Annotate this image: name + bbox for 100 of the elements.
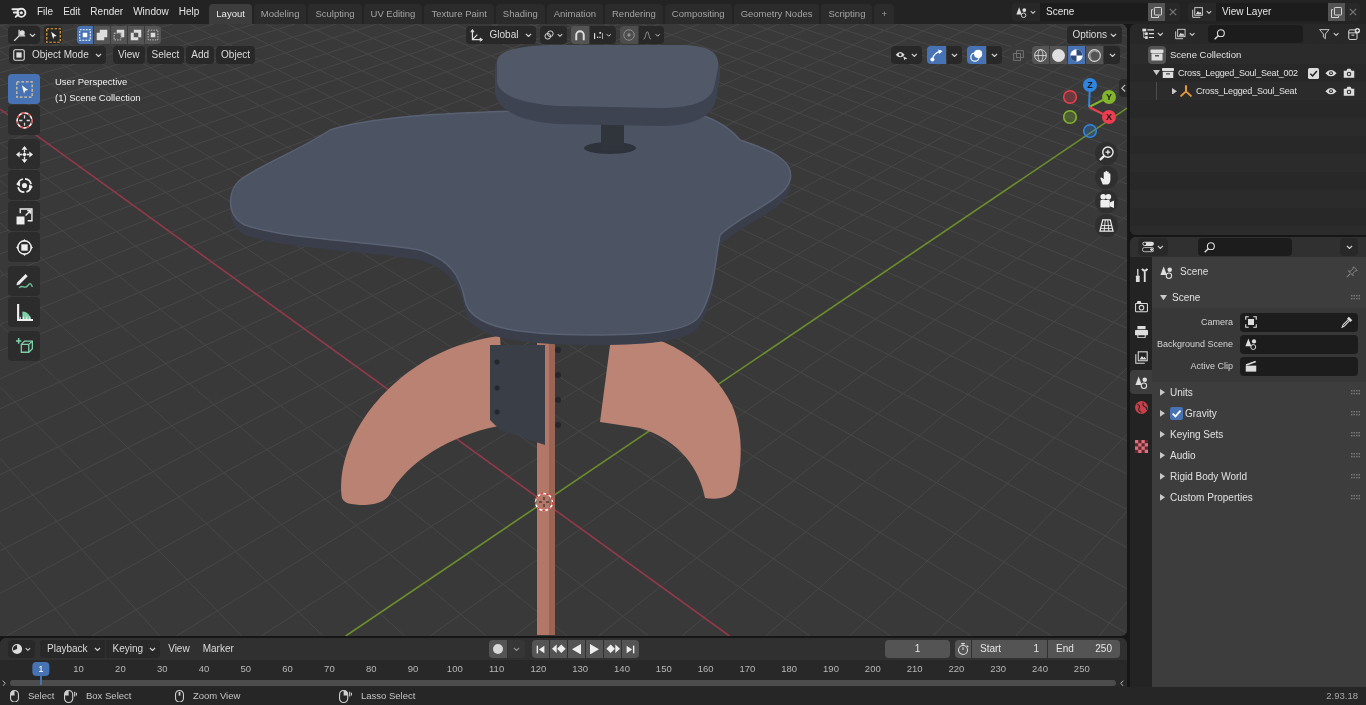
preview-range-toggle[interactable]	[955, 640, 971, 658]
editor-type-menu[interactable]	[8, 640, 35, 658]
menu-item[interactable]: Render	[85, 3, 129, 21]
panel-title[interactable]: Rigid Body World	[1170, 470, 1248, 483]
menu-item[interactable]: Window	[128, 3, 174, 21]
menu-item[interactable]: Help	[173, 3, 205, 21]
select-mode-button[interactable]	[111, 26, 127, 44]
pan-button[interactable]	[1095, 166, 1118, 189]
drag-handle-icon[interactable]	[1351, 432, 1360, 437]
select-mode-button[interactable]	[145, 26, 161, 44]
playback-button[interactable]	[604, 640, 621, 658]
drag-handle-icon[interactable]	[1351, 411, 1360, 416]
search-field[interactable]	[1198, 238, 1292, 256]
workspace-tab[interactable]: Sculpting	[308, 4, 362, 24]
menu-dropdown[interactable]: Keying	[105, 640, 161, 658]
checkbox[interactable]	[1307, 67, 1319, 79]
workspace-tab[interactable]: Modeling	[253, 4, 307, 24]
panel-title[interactable]: Audio	[1170, 449, 1196, 462]
panel-title[interactable]: Units	[1170, 386, 1193, 399]
workspace-tab[interactable]: Animation	[546, 4, 603, 24]
new-collection-button[interactable]	[1346, 25, 1362, 43]
menu-button[interactable]: Object	[216, 46, 255, 64]
axis-ring-icon[interactable]	[1062, 89, 1078, 105]
options-dropdown[interactable]: Options	[1066, 26, 1122, 44]
eyedropper-icon[interactable]	[1341, 316, 1353, 328]
view-layer-field[interactable]: View Layer	[1216, 3, 1328, 21]
start-frame-field[interactable]: Start 1	[972, 640, 1047, 658]
frame-field[interactable]: 1	[885, 640, 950, 658]
tool-button[interactable]	[8, 139, 40, 169]
xray-toggle[interactable]	[1010, 46, 1027, 64]
menu-button[interactable]: Add	[186, 46, 215, 64]
record-toggle[interactable]	[489, 640, 507, 658]
playback-button[interactable]	[568, 640, 585, 658]
workspace-tab[interactable]: Layout	[209, 4, 252, 24]
menu-button[interactable]: Select	[146, 46, 185, 64]
panel-title[interactable]: Custom Properties	[1170, 491, 1253, 504]
scene-field[interactable]: Scene	[1040, 3, 1148, 21]
perspective-toggle[interactable]	[1095, 214, 1118, 237]
mode-dropdown[interactable]: Object Mode	[9, 46, 106, 64]
playback-button[interactable]	[532, 640, 549, 658]
panel-title[interactable]: Scene	[1172, 291, 1201, 304]
snap-element-dropdown[interactable]	[590, 26, 616, 44]
panel-title[interactable]: Gravity	[1185, 407, 1217, 420]
snap-toggle[interactable]	[571, 26, 589, 44]
triangle-right-icon[interactable]	[1160, 410, 1165, 417]
logo-icon[interactable]	[11, 5, 27, 19]
tool-button[interactable]	[8, 105, 40, 135]
options-dropdown[interactable]	[1340, 238, 1358, 256]
shading-button[interactable]	[1032, 46, 1049, 64]
workspace-tab[interactable]: Shading	[495, 4, 545, 24]
workspace-tab[interactable]: Texture Paint	[424, 4, 494, 24]
triangle-right-icon[interactable]	[1160, 431, 1165, 438]
pivot-dropdown[interactable]	[540, 26, 567, 44]
overlay-dropdown[interactable]	[987, 46, 1002, 64]
add-workspace-button[interactable]: +	[874, 4, 894, 24]
menu-dropdown[interactable]: Playback	[40, 640, 105, 658]
workspace-tab[interactable]: Geometry Nodes	[733, 4, 820, 24]
properties-tab[interactable]	[1130, 370, 1152, 394]
playback-button[interactable]	[622, 640, 639, 658]
search-field[interactable]	[1208, 25, 1303, 43]
duplicate-button[interactable]	[1328, 3, 1345, 21]
workspace-tab[interactable]: Rendering	[605, 4, 663, 24]
playback-button[interactable]	[586, 640, 603, 658]
end-frame-field[interactable]: End 250	[1048, 640, 1120, 658]
editor-type-menu[interactable]	[8, 26, 40, 44]
triangle-down-icon[interactable]	[1160, 294, 1167, 301]
falloff-dropdown[interactable]	[639, 26, 664, 44]
select-mode-button[interactable]	[128, 26, 144, 44]
tool-button[interactable]	[8, 170, 40, 200]
drag-handle-icon[interactable]	[1351, 474, 1360, 479]
shading-button[interactable]	[1050, 46, 1067, 64]
menu-button[interactable]: View	[113, 46, 145, 64]
property-field[interactable]	[1240, 356, 1358, 376]
drag-handle-icon[interactable]	[1351, 495, 1360, 500]
workspace-tab[interactable]: Scripting	[821, 4, 873, 24]
camera-icon[interactable]	[1343, 67, 1355, 79]
sidebar-toggle[interactable]	[1119, 79, 1127, 97]
tool-button[interactable]	[8, 297, 40, 327]
triangle-right-icon[interactable]	[1160, 494, 1165, 501]
pin-icon[interactable]	[1346, 266, 1358, 279]
workspace-tab[interactable]: UV Editing	[363, 4, 423, 24]
camera-view-button[interactable]	[1095, 190, 1118, 213]
triangle-right-icon[interactable]	[1171, 87, 1177, 95]
select-mode-button[interactable]	[94, 26, 110, 44]
browse-menu[interactable]	[1012, 3, 1040, 21]
menu-item[interactable]: File	[32, 3, 59, 21]
tree-item-label[interactable]: Cross_Legged_Soul_Seat_002	[1178, 67, 1298, 79]
axis-handle[interactable]: Z	[1083, 78, 1097, 108]
tool-button[interactable]	[8, 266, 40, 296]
axis-handle[interactable]: Y	[1088, 90, 1116, 108]
browse-menu[interactable]	[1188, 3, 1216, 21]
triangle-right-icon[interactable]	[1160, 452, 1165, 459]
axis-ring-icon[interactable]	[1082, 123, 1098, 139]
drag-handle-icon[interactable]	[1351, 295, 1360, 300]
menu-button[interactable]: Marker	[197, 640, 239, 658]
playback-button[interactable]	[550, 640, 567, 658]
duplicate-button[interactable]	[1148, 3, 1165, 21]
tree-item-label[interactable]: Scene Collection	[1170, 49, 1242, 61]
editor-type-menu[interactable]	[1138, 238, 1168, 256]
triangle-right-icon[interactable]	[1160, 389, 1165, 396]
